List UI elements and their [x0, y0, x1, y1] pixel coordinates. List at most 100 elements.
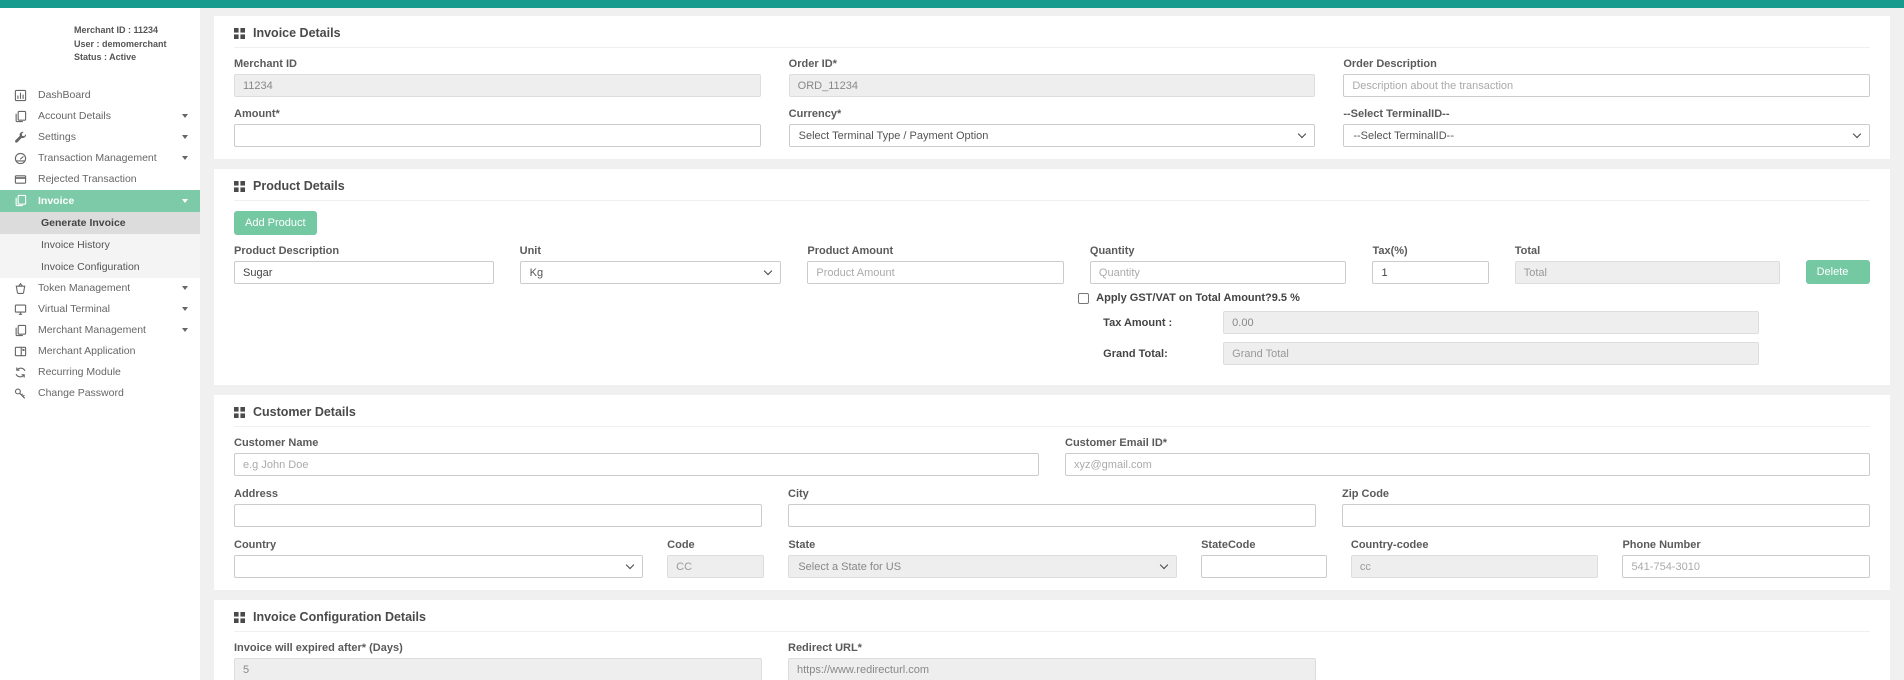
- amount-input[interactable]: [234, 124, 761, 147]
- sidebar-item-merchant-application[interactable]: Merchant Application: [0, 341, 200, 362]
- chevron-down-icon: [182, 199, 188, 203]
- gst-checkbox[interactable]: [1078, 293, 1089, 304]
- quantity-input[interactable]: [1090, 261, 1347, 284]
- sidebar-item-invoice-history[interactable]: Invoice History: [0, 234, 200, 256]
- total-label: Total: [1515, 245, 1780, 257]
- sidebar-item-change-password[interactable]: Change Password: [0, 383, 200, 404]
- sidebar-item-token-management[interactable]: Token Management: [0, 278, 200, 299]
- merchant-id-label: Merchant ID: [234, 58, 761, 70]
- section-title: Invoice Details: [253, 26, 341, 40]
- currency-select[interactable]: Select Terminal Type / Payment Option: [789, 124, 1316, 147]
- delete-product-button[interactable]: Delete: [1806, 260, 1870, 284]
- amount-label: Amount*: [234, 108, 761, 120]
- zip-code-input[interactable]: [1342, 504, 1870, 527]
- sidebar-item-invoice-configuration[interactable]: Invoice Configuration: [0, 256, 200, 278]
- sidebar-item-settings[interactable]: Settings: [0, 127, 200, 148]
- sidebar-item-label: Account Details: [38, 110, 111, 122]
- sidebar-item-invoice[interactable]: Invoice: [0, 190, 200, 212]
- sidebar-item-recurring-module[interactable]: Recurring Module: [0, 362, 200, 383]
- app-container: Merchant ID : 11234 User : demomerchant …: [0, 8, 1904, 680]
- basket-icon: [14, 282, 27, 295]
- tax-percent-input[interactable]: [1372, 261, 1488, 284]
- chevron-down-icon: [1298, 130, 1306, 138]
- user-text: User : demomerchant: [74, 38, 194, 52]
- tax-amount-input: [1223, 311, 1759, 334]
- main-content: Invoice Details Merchant ID Order ID* Or…: [200, 8, 1904, 680]
- customer-details-header: Customer Details: [234, 405, 1870, 427]
- customer-name-input[interactable]: [234, 453, 1039, 476]
- address-label: Address: [234, 488, 762, 500]
- chevron-down-icon: [626, 561, 634, 569]
- tax-amount-label: Tax Amount :: [1078, 317, 1223, 329]
- grid-icon: [234, 28, 245, 39]
- grid-icon: [234, 181, 245, 192]
- product-amount-label: Product Amount: [807, 245, 1064, 257]
- sidebar-item-label: Invoice: [38, 195, 74, 207]
- order-description-label: Order Description: [1343, 58, 1870, 70]
- invoice-submenu: Generate Invoice Invoice History Invoice…: [0, 212, 200, 278]
- sidebar-item-label: Change Password: [38, 387, 124, 399]
- terminal-id-select[interactable]: --Select TerminalID--: [1343, 124, 1870, 147]
- state-code-label: StateCode: [1201, 539, 1327, 551]
- add-product-button[interactable]: Add Product: [234, 211, 317, 235]
- copy-icon: [14, 324, 27, 337]
- sidebar-item-label: Transaction Management: [38, 152, 157, 164]
- grand-total-input: [1223, 342, 1759, 365]
- customer-name-label: Customer Name: [234, 437, 1039, 449]
- speedometer-icon: [14, 152, 27, 165]
- country-code-input: [1351, 555, 1599, 578]
- code-label: Code: [667, 539, 764, 551]
- customer-email-input[interactable]: [1065, 453, 1870, 476]
- tax-percent-label: Tax(%): [1372, 245, 1488, 257]
- invoice-details-header: Invoice Details: [234, 26, 1870, 48]
- sidebar-item-label: Invoice History: [41, 239, 110, 251]
- sidebar-item-generate-invoice[interactable]: Generate Invoice: [0, 212, 200, 234]
- grid-icon: [234, 407, 245, 418]
- chevron-down-icon: [182, 114, 188, 118]
- unit-label: Unit: [520, 245, 782, 257]
- quantity-label: Quantity: [1090, 245, 1347, 257]
- redirect-url-input: [788, 658, 1316, 680]
- currency-label: Currency*: [789, 108, 1316, 120]
- product-description-input[interactable]: [234, 261, 494, 284]
- sidebar-item-label: Generate Invoice: [41, 217, 126, 229]
- customer-email-label: Customer Email ID*: [1065, 437, 1870, 449]
- product-amount-input[interactable]: [807, 261, 1064, 284]
- product-details-card: Product Details Add Product Product Desc…: [214, 169, 1890, 385]
- zip-code-label: Zip Code: [1342, 488, 1870, 500]
- sidebar-item-dashboard[interactable]: DashBoard: [0, 85, 200, 106]
- copy-icon: [14, 110, 27, 123]
- gst-checkbox-label: Apply GST/VAT on Total Amount?9.5 %: [1096, 292, 1300, 304]
- state-select-value: Select a State for US: [798, 561, 901, 573]
- city-input[interactable]: [788, 504, 1316, 527]
- order-id-input: [789, 74, 1316, 97]
- state-code-input[interactable]: [1201, 555, 1327, 578]
- sidebar-item-label: Merchant Application: [38, 345, 135, 357]
- sidebar-item-account-details[interactable]: Account Details: [0, 106, 200, 127]
- section-title: Customer Details: [253, 405, 356, 419]
- state-select[interactable]: Select a State for US: [788, 555, 1177, 578]
- chevron-down-icon: [764, 267, 772, 275]
- sidebar-item-virtual-terminal[interactable]: Virtual Terminal: [0, 299, 200, 320]
- state-label: State: [788, 539, 1177, 551]
- city-label: City: [788, 488, 1316, 500]
- refresh-icon: [14, 366, 27, 379]
- monitor-icon: [14, 303, 27, 316]
- chevron-down-icon: [182, 307, 188, 311]
- chevron-down-icon: [1160, 561, 1168, 569]
- section-title: Product Details: [253, 179, 345, 193]
- unit-select[interactable]: Kg: [520, 261, 782, 284]
- sidebar-item-rejected-transaction[interactable]: Rejected Transaction: [0, 169, 200, 190]
- phone-number-input[interactable]: [1622, 555, 1870, 578]
- invoice-configuration-header: Invoice Configuration Details: [234, 610, 1870, 632]
- sidebar-item-transaction-management[interactable]: Transaction Management: [0, 148, 200, 169]
- address-input[interactable]: [234, 504, 762, 527]
- sidebar: Merchant ID : 11234 User : demomerchant …: [0, 8, 200, 680]
- code-input: [667, 555, 764, 578]
- chevron-down-icon: [1853, 130, 1861, 138]
- country-select[interactable]: [234, 555, 643, 578]
- sidebar-item-merchant-management[interactable]: Merchant Management: [0, 320, 200, 341]
- order-description-input[interactable]: [1343, 74, 1870, 97]
- gst-block: Apply GST/VAT on Total Amount?9.5 % Tax …: [1078, 292, 1759, 365]
- product-description-label: Product Description: [234, 245, 494, 257]
